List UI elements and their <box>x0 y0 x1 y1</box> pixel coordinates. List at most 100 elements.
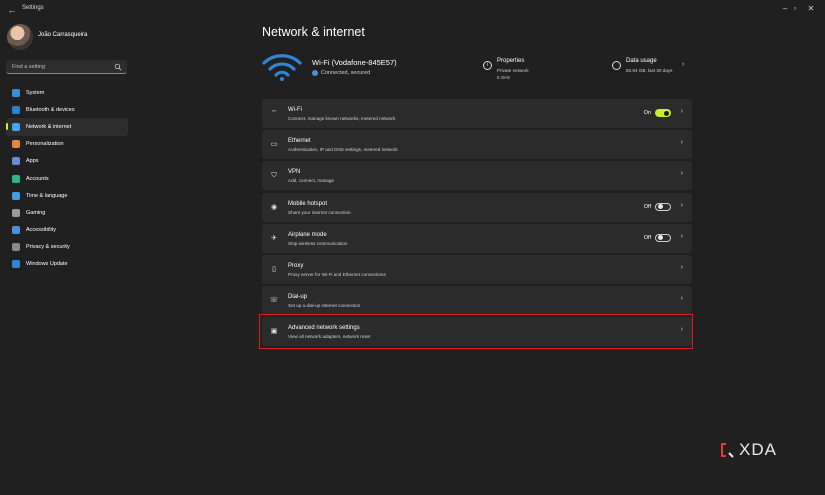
xda-watermark: XDA <box>718 440 777 460</box>
row-subtitle: Authentication, IP and DNS settings, met… <box>288 147 398 153</box>
properties-band: 5 GHz <box>497 75 511 80</box>
selection-indicator <box>6 123 8 131</box>
sidebar-item-label: Bluetooth & devices <box>26 106 75 113</box>
row-title: Ethernet <box>288 138 311 145</box>
toggle-switch[interactable] <box>655 233 671 242</box>
row-title: Proxy <box>288 262 304 269</box>
chevron-right-icon: › <box>680 263 683 271</box>
settings-row-ethernet[interactable]: ▭ Ethernet Authentication, IP and DNS sett… <box>262 130 692 160</box>
sidebar-item-label: Windows Update <box>26 261 68 268</box>
connection-status-text: Connected, secured <box>321 70 371 76</box>
toggle-switch[interactable] <box>655 202 671 211</box>
sidebar-item-time-language[interactable]: Time & language <box>6 187 128 204</box>
system-icon <box>12 88 20 97</box>
sidebar-item-gaming[interactable]: Gaming <box>6 204 128 221</box>
accessibility-icon <box>12 226 20 235</box>
connection-status: Connected, secured <box>312 70 370 76</box>
chevron-right-icon[interactable]: › <box>682 61 684 68</box>
airplane-icon: ✈ <box>271 234 277 242</box>
sidebar-item-label: Apps <box>26 158 39 165</box>
status-dot-icon <box>312 70 318 76</box>
properties-network-type: Private network <box>497 68 529 73</box>
sidebar-item-privacy-security[interactable]: Privacy & security <box>6 239 128 256</box>
row-subtitle: Stop wireless communication <box>288 240 348 246</box>
data-usage-link[interactable]: Data usage <box>626 58 657 64</box>
sidebar-item-windows-update[interactable]: Windows Update <box>6 256 128 273</box>
chevron-right-icon: › <box>680 295 683 303</box>
highlight-box <box>259 314 693 349</box>
hotspot-icon: ◉ <box>270 203 278 211</box>
info-icon[interactable]: i <box>483 61 492 70</box>
avatar[interactable] <box>7 24 33 50</box>
ethernet-icon: ▭ <box>270 141 278 149</box>
row-title: Dial-up <box>288 294 308 301</box>
sidebar-nav: System Bluetooth & devices Network & inter… <box>6 84 128 273</box>
settings-row-proxy[interactable]: ▯ Proxy Proxy server for Wi-Fi and Etherne… <box>262 254 692 284</box>
update-icon <box>12 260 20 269</box>
sidebar-item-label: System <box>26 89 45 96</box>
xda-logo-icon <box>721 443 734 458</box>
settings-row-mobile-hotspot[interactable]: ◉ Mobile hotspot Share your internet conne… <box>262 192 692 222</box>
accounts-icon <box>12 174 20 183</box>
sidebar-item-network-internet[interactable]: Network & internet <box>6 118 128 136</box>
sidebar-item-system[interactable]: System <box>6 84 128 101</box>
profile-name: João Carrasqueira <box>38 32 88 38</box>
chevron-right-icon: › <box>680 139 683 147</box>
toggle-knob <box>664 110 669 116</box>
close-button[interactable]: ✕ <box>804 3 818 15</box>
wifi-hero-icon <box>262 54 302 81</box>
settings-row-dial-up[interactable]: ☏ Dial-up Set up a dial-up internet connec… <box>262 286 692 316</box>
sidebar-item-label: Time & language <box>26 192 68 199</box>
toggle-state-label: Off <box>643 234 651 241</box>
connection-name: Wi-Fi (Vodafone-845E57) <box>312 58 397 67</box>
search-icon <box>114 63 122 71</box>
toggle-state-label: On <box>643 110 651 116</box>
settings-row-vpn[interactable]: ⛉ VPN Add, connect, manage › <box>262 161 692 191</box>
settings-row-airplane-mode[interactable]: ✈ Airplane mode Stop wireless communicatio… <box>262 223 692 253</box>
gaming-icon <box>12 208 20 217</box>
sidebar-item-personalization[interactable]: Personalization <box>6 136 128 153</box>
row-subtitle: Set up a dial-up internet connection <box>288 303 361 309</box>
row-subtitle: Connect, manage known networks, metered … <box>288 116 396 121</box>
sidebar-item-accessibility[interactable]: Accessibility <box>6 222 128 239</box>
proxy-icon: ▯ <box>272 265 276 273</box>
settings-list: ⌔ Wi-Fi Connect, manage known networks, me… <box>262 99 692 349</box>
sidebar-item-label: Accounts <box>26 175 49 182</box>
shield-icon <box>12 243 20 252</box>
chevron-right-icon: › <box>680 232 683 240</box>
data-usage-icon[interactable] <box>612 61 621 70</box>
settings-row-wi-fi[interactable]: ⌔ Wi-Fi Connect, manage known networks, me… <box>262 99 692 128</box>
row-subtitle: Add, connect, manage <box>288 178 334 184</box>
watermark-text: XDA <box>739 440 777 459</box>
dialup-icon: ☏ <box>269 297 279 305</box>
wifi-icon: ⌔ <box>270 110 278 117</box>
page-title: Network & internet <box>262 25 365 39</box>
data-usage-detail: 82.94 GB, last 30 days <box>626 68 673 73</box>
sidebar-item-label: Network & internet <box>26 123 72 130</box>
chevron-right-icon: › <box>680 201 683 209</box>
row-title: Mobile hotspot <box>288 200 328 207</box>
window-title: Settings <box>22 5 44 11</box>
row-title: Airplane mode <box>288 231 327 238</box>
sidebar-item-apps[interactable]: Apps <box>6 153 128 170</box>
row-title: Wi-Fi <box>288 107 302 113</box>
sidebar-item-bluetooth-devices[interactable]: Bluetooth & devices <box>6 101 128 118</box>
back-arrow-icon[interactable]: ← <box>6 4 18 16</box>
toggle-state-label: Off <box>643 203 651 210</box>
network-icon <box>12 122 20 131</box>
row-subtitle: Proxy server for Wi-Fi and Ethernet conn… <box>288 271 386 277</box>
chevron-right-icon: › <box>680 108 683 115</box>
row-subtitle: Share your internet connection <box>288 209 351 215</box>
vpn-shield-icon: ⛉ <box>271 172 277 180</box>
brush-icon <box>12 140 20 149</box>
chevron-right-icon: › <box>680 170 683 178</box>
sidebar-item-accounts[interactable]: Accounts <box>6 170 128 187</box>
title-bar: ← Settings – ▫ ✕ <box>0 0 825 20</box>
search-input[interactable]: Find a setting <box>6 60 127 74</box>
toggle-switch[interactable] <box>655 109 671 117</box>
sidebar-item-label: Accessibility <box>26 227 56 234</box>
apps-icon <box>12 157 20 166</box>
maximize-button[interactable]: ▫ <box>788 3 802 15</box>
bluetooth-icon <box>12 105 20 114</box>
properties-link[interactable]: Properties <box>497 58 524 64</box>
